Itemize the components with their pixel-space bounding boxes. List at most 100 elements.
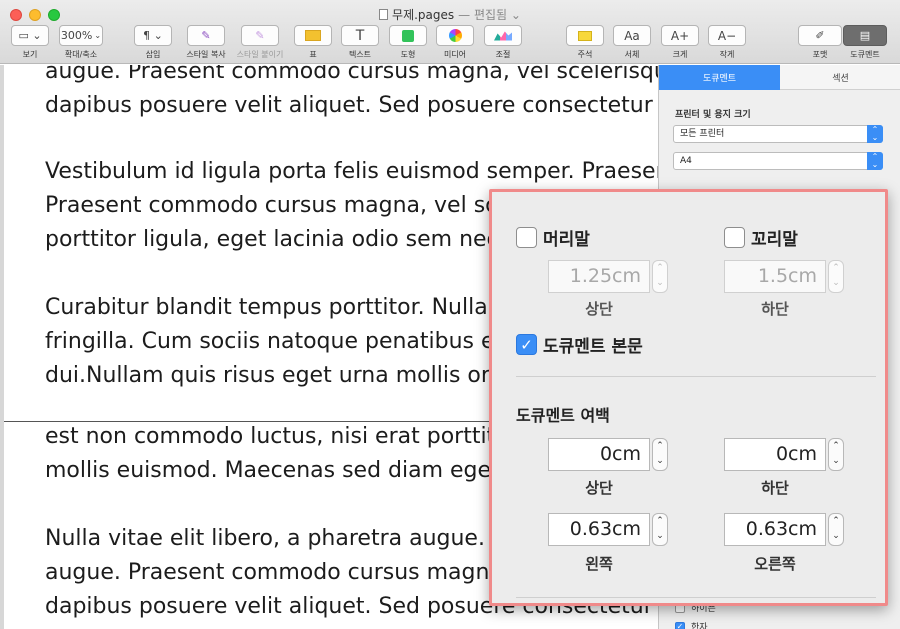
size-down-label: 작게 — [719, 50, 735, 59]
margin-left-label: 왼쪽 — [585, 555, 613, 573]
tab-document[interactable]: 도큐멘트 — [659, 65, 780, 90]
sidebar-icon: ▭ ⌄ — [11, 25, 49, 46]
zoomed-callout: 머리말 꼬리말 1.25cm ⌃ ⌄ 상단 1.5cm ⌃ ⌄ 하단 ✓ 도큐멘트 … — [489, 189, 888, 606]
tab-section[interactable]: 섹션 — [780, 65, 900, 90]
document-inspector-button[interactable]: ▤ 도큐멘트 — [843, 25, 887, 60]
zoom-label: 확대/축소 — [64, 50, 98, 59]
shape-icon — [389, 25, 427, 46]
chevron-up-icon: ⌃ — [656, 263, 664, 273]
footer-option[interactable]: 꼬리말 — [724, 225, 798, 250]
view-label: 보기 — [22, 50, 38, 59]
document-label: 도큐멘트 — [850, 50, 880, 59]
header-checkbox[interactable] — [516, 227, 537, 248]
margin-right-label: 오른쪽 — [754, 555, 796, 573]
header-distance-stepper[interactable]: ⌃ ⌄ — [652, 260, 668, 293]
format-button[interactable]: ✐ 포맷 — [798, 25, 842, 60]
media-label: 미디어 — [443, 50, 467, 59]
comment-label: 주석 — [577, 50, 593, 59]
paper-value: A4 — [680, 156, 692, 166]
margin-left-stepper[interactable]: ⌃ ⌄ — [652, 513, 668, 546]
insert-label: 삽입 — [145, 50, 161, 59]
up-down-arrows-icon: ⌃ ⌄ — [867, 152, 883, 170]
window-title[interactable]: 무제.pages — 편집됨 ⌄ — [0, 6, 900, 23]
margin-top-label: 상단 — [585, 479, 613, 497]
checkmark-icon[interactable]: ✓ — [516, 334, 537, 355]
document-icon — [379, 9, 389, 20]
paper-size-select[interactable]: A4 ⌃ ⌄ — [673, 152, 883, 170]
header-position-label: 상단 — [585, 300, 613, 318]
zoom-menu-button[interactable]: 300% ⌄ 확대/축소 — [58, 25, 104, 60]
copy-style-button[interactable]: ✎ 스타일 복사 — [183, 25, 229, 60]
eyedropper-icon: ✎ — [187, 25, 225, 46]
size-up-glyph: A+ — [661, 25, 699, 46]
chevron-up-icon: ⌃ — [832, 516, 840, 526]
comment-button[interactable]: 주석 — [566, 25, 604, 60]
margin-bottom-label: 하단 — [761, 479, 789, 497]
margin-right-stepper[interactable]: ⌃ ⌄ — [828, 513, 844, 546]
text-line[interactable]: augue. Praesent commodo cursus magna, ve… — [45, 65, 658, 89]
chevron-down-icon: ⌄ — [656, 278, 664, 288]
chevron-up-icon: ⌃ — [832, 263, 840, 273]
window-title-text: 무제.pages — [392, 8, 455, 22]
font-label: 서체 — [624, 50, 640, 59]
margins-heading: 도큐멘트 여백 — [516, 406, 610, 425]
margin-bottom-stepper[interactable]: ⌃ ⌄ — [828, 438, 844, 471]
size-down-button[interactable]: A− 작게 — [708, 25, 746, 60]
header-option[interactable]: 머리말 — [516, 225, 590, 250]
media-button[interactable]: 미디어 — [436, 25, 474, 60]
paintbrush-icon: ✎ — [241, 25, 279, 46]
font-button[interactable]: Aa 서체 — [613, 25, 651, 60]
paragraph-icon: ¶ ⌄ — [134, 25, 172, 46]
comment-icon — [566, 25, 604, 46]
header-label: 머리말 — [543, 230, 590, 250]
margin-bottom-field[interactable]: 0cm — [724, 438, 826, 471]
chart-button[interactable]: 조절 — [484, 25, 522, 60]
document-icon: ▤ — [843, 25, 887, 46]
view-menu-button[interactable]: ▭ ⌄ 보기 — [10, 25, 50, 60]
chevron-down-icon: ⌄ — [832, 456, 840, 466]
footer-label: 꼬리말 — [751, 230, 798, 250]
hanja-option[interactable]: ✓ 한자 — [675, 620, 708, 629]
hanja-label: 한자 — [691, 623, 708, 629]
up-down-arrows-icon: ⌃ ⌄ — [867, 125, 883, 143]
footer-position-label: 하단 — [761, 300, 789, 318]
footer-checkbox[interactable] — [724, 227, 745, 248]
chevron-down-icon: ⌄ — [94, 31, 102, 40]
paste-style-label: 스타일 붙이기 — [236, 50, 284, 59]
text-line[interactable]: Vestibulum id ligula porta felis euismod… — [45, 155, 658, 189]
footer-distance-stepper[interactable]: ⌃ ⌄ — [828, 260, 844, 293]
edited-status: — 편집됨 ⌄ — [458, 8, 521, 22]
shape-button[interactable]: 도형 — [389, 25, 427, 60]
table-button[interactable]: 표 — [294, 25, 332, 60]
size-up-button[interactable]: A+ 크게 — [661, 25, 699, 60]
shape-label: 도형 — [400, 50, 416, 59]
document-body-option[interactable]: ✓ 도큐멘트 본문 — [516, 332, 643, 357]
chart-icon — [484, 25, 522, 46]
section-divider — [516, 597, 876, 598]
text-box-button[interactable]: T 텍스트 — [341, 25, 379, 60]
printer-select[interactable]: 모든 프린터 ⌃ ⌄ — [673, 125, 883, 143]
checkmark-icon[interactable]: ✓ — [675, 621, 685, 629]
chevron-down-icon: ⌄ — [832, 278, 840, 288]
text-label: 텍스트 — [348, 50, 372, 59]
text-line[interactable]: dapibus posuere velit aliquet. Sed posue… — [45, 89, 658, 123]
paste-style-button[interactable]: ✎ 스타일 붙이기 — [234, 25, 286, 60]
margin-top-stepper[interactable]: ⌃ ⌄ — [652, 438, 668, 471]
paintbrush-format-icon: ✐ — [798, 25, 842, 46]
photos-icon — [436, 25, 474, 46]
inspector-tabs: 도큐멘트 섹션 — [659, 65, 900, 90]
copy-style-label: 스타일 복사 — [186, 50, 226, 59]
printer-heading: 프린터 및 용지 크기 — [675, 110, 751, 120]
font-glyph: Aa — [613, 25, 651, 46]
chevron-up-icon: ⌃ — [656, 441, 664, 451]
chevron-down-icon: ⌄ — [656, 456, 664, 466]
header-distance-field[interactable]: 1.25cm — [548, 260, 650, 293]
margin-right-field[interactable]: 0.63cm — [724, 513, 826, 546]
margin-top-field[interactable]: 0cm — [548, 438, 650, 471]
footer-distance-field[interactable]: 1.5cm — [724, 260, 826, 293]
margin-left-field[interactable]: 0.63cm — [548, 513, 650, 546]
chevron-down-icon: ⌄ — [832, 531, 840, 541]
chart-label: 조절 — [495, 50, 511, 59]
insert-button[interactable]: ¶ ⌄ 삽입 — [134, 25, 172, 60]
printer-value: 모든 프린터 — [680, 129, 725, 139]
